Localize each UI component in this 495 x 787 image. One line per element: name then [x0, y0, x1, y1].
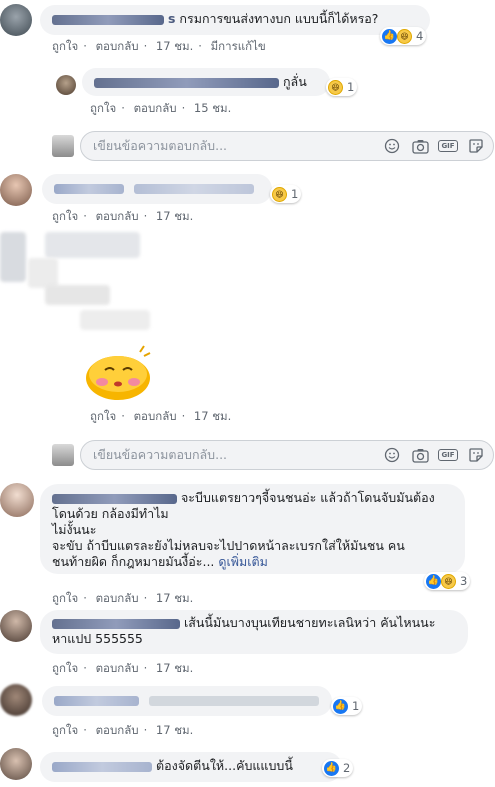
- like-link[interactable]: ถูกใจ: [90, 101, 116, 115]
- haha-icon: 😆: [328, 79, 343, 95]
- like-icon: 👍: [324, 760, 339, 776]
- gif-icon[interactable]: GIF: [438, 446, 458, 464]
- avatar[interactable]: [56, 75, 76, 95]
- blurred-content: [45, 285, 110, 305]
- comment-text: ชนท้ายผิด ก็กฎหมายมันงี้อ่ะ...: [52, 554, 215, 569]
- avatar[interactable]: [0, 748, 32, 780]
- reaction-summary[interactable]: 👍 2: [322, 759, 354, 777]
- camera-icon[interactable]: [411, 446, 429, 464]
- commenter-name[interactable]: [54, 695, 139, 706]
- like-link[interactable]: ถูกใจ: [90, 409, 116, 423]
- reply-link[interactable]: ตอบกลับ: [96, 39, 139, 53]
- reply-input[interactable]: [91, 446, 345, 463]
- comment-bubble: เส้นนี้มันบางบุนเทียนชายทะเลนิหว่า คันไห…: [40, 610, 468, 654]
- like-link[interactable]: ถูกใจ: [52, 39, 78, 53]
- reply-link[interactable]: ตอบกลับ: [96, 209, 139, 223]
- commenter-name[interactable]: [54, 183, 124, 194]
- comment-bubble: จะบีบแตรยาวๆจี้จนชนอ่ะ แล้วถ้าโดนจับมันต…: [40, 484, 465, 574]
- comment-bubble: s กรมการขนส่งทางบก แบบนี้ก็ได้หรอ?: [40, 5, 430, 35]
- comment-bubble: [42, 686, 332, 716]
- blurred-content: [80, 310, 150, 330]
- like-icon: 👍: [333, 698, 348, 714]
- reaction-summary[interactable]: 😆 1: [326, 78, 358, 96]
- comment-text: ไม่งั้นนะ: [52, 522, 97, 537]
- emoji-icon[interactable]: [383, 137, 401, 155]
- avatar: [52, 135, 74, 157]
- reaction-summary[interactable]: 😆 1: [270, 185, 302, 203]
- reply-link[interactable]: ตอบกลับ: [96, 591, 139, 605]
- reply-input-box[interactable]: GIF: [80, 131, 494, 161]
- emoji-icon[interactable]: [383, 446, 401, 464]
- timestamp[interactable]: 17 ชม.: [194, 409, 231, 423]
- comment-actions: ถูกใจ · ตอบกลับ · 17 ชม.: [52, 661, 194, 675]
- haha-icon: 😆: [441, 573, 456, 589]
- avatar: [52, 444, 74, 466]
- avatar[interactable]: [0, 684, 32, 716]
- timestamp[interactable]: 17 ชม.: [156, 591, 193, 605]
- comment-text: กูลั่น: [282, 74, 307, 89]
- comment-text: หาแปป 555555: [52, 631, 143, 646]
- reaction-summary[interactable]: 👍 😆 3: [424, 572, 471, 590]
- edited-label[interactable]: มีการแก้ไข: [211, 39, 266, 53]
- sticker-icon[interactable]: [467, 446, 485, 464]
- timestamp[interactable]: 15 ชม.: [194, 101, 231, 115]
- timestamp[interactable]: 17 ชม.: [156, 661, 193, 675]
- camera-icon[interactable]: [411, 137, 429, 155]
- avatar[interactable]: [0, 174, 32, 206]
- comment-actions: ถูกใจ · ตอบกลับ · 17 ชม.: [52, 209, 194, 223]
- like-link[interactable]: ถูกใจ: [52, 723, 78, 737]
- blurred-content: [45, 232, 140, 258]
- commenter-name[interactable]: [52, 761, 152, 772]
- comment-bubble: [42, 174, 272, 204]
- timestamp[interactable]: 17 ชม.: [156, 209, 193, 223]
- like-link[interactable]: ถูกใจ: [52, 591, 78, 605]
- blurred-avatar: [0, 232, 26, 282]
- sticker-icon[interactable]: [467, 137, 485, 155]
- comment-bubble: ต้องจัดตีนให้...คับแแบบนี้: [40, 752, 342, 782]
- blurred-content: [28, 258, 58, 288]
- comment-text: กรมการขนส่งทางบก แบบนี้ก็ได้หรอ?: [179, 11, 379, 26]
- avatar[interactable]: [0, 483, 34, 517]
- comment-actions: ถูกใจ · ตอบกลับ · 17 ชม. · มีการแก้ไข: [52, 39, 266, 53]
- sticker-image: [78, 340, 158, 402]
- commenter-name[interactable]: [52, 618, 180, 629]
- comment-text: จะขับ ถ้าบีบแตรละยังไม่หลบจะไปปาดหน้าละเ…: [52, 538, 405, 553]
- like-link[interactable]: ถูกใจ: [52, 209, 78, 223]
- reply-link[interactable]: ตอบกลับ: [96, 723, 139, 737]
- comment-actions: ถูกใจ · ตอบกลับ · 17 ชม.: [52, 591, 194, 605]
- reaction-summary[interactable]: 👍 😆 4: [380, 27, 427, 45]
- reply-link[interactable]: ตอบกลับ: [134, 409, 177, 423]
- like-link[interactable]: ถูกใจ: [52, 661, 78, 675]
- commenter-name[interactable]: [52, 14, 164, 25]
- haha-icon: 😆: [397, 28, 412, 44]
- commenter-name[interactable]: [52, 493, 177, 504]
- timestamp[interactable]: 17 ชม.: [156, 39, 193, 53]
- avatar[interactable]: [0, 4, 32, 36]
- reply-input[interactable]: [91, 137, 345, 154]
- gif-icon[interactable]: GIF: [438, 137, 458, 155]
- comment-text: เส้นนี้มันบางบุนเทียนชายทะเลนิหว่า คันไห…: [183, 615, 436, 630]
- reply-link[interactable]: ตอบกลับ: [134, 101, 177, 115]
- like-icon: 👍: [426, 573, 441, 589]
- see-more-link[interactable]: ดูเพิ่มเติม: [218, 554, 268, 569]
- like-icon: 👍: [382, 28, 397, 44]
- avatar[interactable]: [0, 610, 32, 642]
- comment-actions: ถูกใจ · ตอบกลับ · 15 ชม.: [90, 101, 232, 115]
- comment-bubble: กูลั่น: [82, 68, 330, 96]
- reply-input-box[interactable]: GIF: [80, 440, 494, 470]
- comment-actions: ถูกใจ · ตอบกลับ · 17 ชม.: [90, 409, 232, 423]
- commenter-name[interactable]: [94, 77, 279, 88]
- comment-actions: ถูกใจ · ตอบกลับ · 17 ชม.: [52, 723, 194, 737]
- comment-text: ต้องจัดตีนให้...คับแแบบนี้: [155, 758, 293, 773]
- haha-icon: 😆: [272, 186, 287, 202]
- timestamp[interactable]: 17 ชม.: [156, 723, 193, 737]
- reaction-summary[interactable]: 👍 1: [331, 697, 363, 715]
- reply-link[interactable]: ตอบกลับ: [96, 661, 139, 675]
